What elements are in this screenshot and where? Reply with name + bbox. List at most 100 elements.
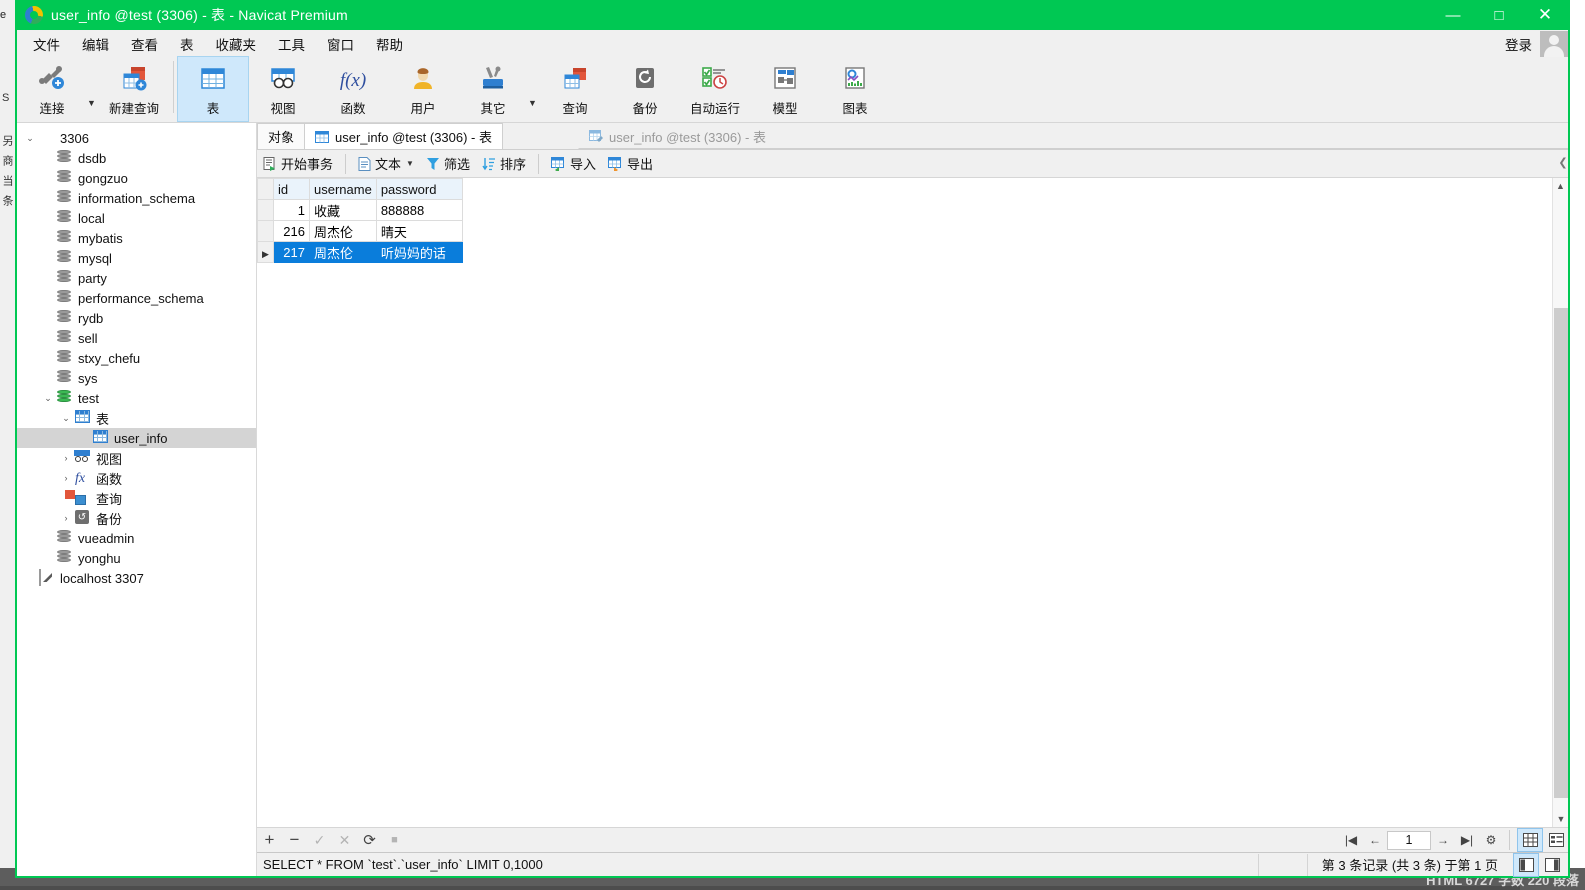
grid-vertical-scrollbar[interactable]: ▲ ▼ [1552,178,1568,827]
text-dropdown-caret-icon[interactable]: ▼ [406,159,414,168]
tree-node-dsdb[interactable]: dsdb [17,148,256,168]
tree-node-[interactable]: ⌄表 [17,408,256,428]
add-record-icon[interactable]: + [257,829,282,852]
left-panel-toggle-icon[interactable] [1514,854,1538,876]
tab-user-info-design[interactable]: user_info @test (3306) - 表 [578,123,777,149]
ribbon-collapse-icon[interactable]: ❮ [1557,149,1569,175]
cell-id[interactable]: 216 [274,221,310,242]
toolbar-chart-button[interactable]: 图表 [820,57,890,121]
stop-icon[interactable]: ■ [382,829,407,852]
login-link[interactable]: 登录 [1505,34,1532,54]
tree-expander-icon[interactable]: ⌄ [23,133,37,144]
connection-dropdown-caret-icon[interactable]: ▼ [87,98,99,108]
cell-id[interactable]: 217 [274,242,310,263]
menu-file[interactable]: 文件 [23,32,70,56]
tab-user-info-data[interactable]: user_info @test (3306) - 表 [304,123,503,149]
tree-expander-icon[interactable]: › [59,453,73,463]
tree-node-[interactable]: ›↺备份 [17,508,256,528]
cell-id[interactable]: 1 [274,200,310,221]
tree-node-sys[interactable]: sys [17,368,256,388]
tree-node-[interactable]: ›fx函数 [17,468,256,488]
tree-node-gongzuo[interactable]: gongzuo [17,168,256,188]
tab-objects[interactable]: 对象 [257,123,305,149]
menu-window[interactable]: 窗口 [317,32,364,56]
cell-username[interactable]: 周杰伦 [310,242,377,263]
apply-change-icon[interactable]: ✓ [307,829,332,852]
tree-node-local[interactable]: local [17,208,256,228]
column-header-id[interactable]: id [274,179,310,200]
begin-transaction-button[interactable]: 开始事务 [257,152,339,176]
tree-node-[interactable]: 查询 [17,488,256,508]
menu-tools[interactable]: 工具 [268,32,315,56]
other-dropdown-caret-icon[interactable]: ▼ [528,98,540,108]
grid-view-icon[interactable] [1518,829,1542,851]
table-row[interactable]: 1收藏888888 [258,200,463,221]
scrollbar-thumb[interactable] [1554,308,1568,798]
tree-node-localhost3307[interactable]: localhost 3307 [17,568,256,588]
toolbar-backup-button[interactable]: 备份 [610,57,680,121]
cell-password[interactable]: 听妈妈的话 [376,242,462,263]
tree-node-rydb[interactable]: rydb [17,308,256,328]
right-panel-toggle-icon[interactable] [1540,854,1564,876]
pager-settings-icon[interactable]: ⚙ [1479,829,1503,852]
toolbar-new-query-button[interactable]: 新建查询 [99,57,169,121]
tree-node-performance_schema[interactable]: performance_schema [17,288,256,308]
menu-edit[interactable]: 编辑 [72,32,119,56]
tree-node-mybatis[interactable]: mybatis [17,228,256,248]
tree-node-mysql[interactable]: mysql [17,248,256,268]
text-button[interactable]: 文本 ▼ [352,152,420,176]
row-selector[interactable]: ▶ [258,242,274,263]
import-button[interactable]: 导入 [545,152,602,176]
tree-expander-icon[interactable]: ⌄ [59,413,73,424]
tree-node-stxy_chefu[interactable]: stxy_chefu [17,348,256,368]
page-number-input[interactable]: 1 [1387,831,1431,850]
tree-expander-icon[interactable]: › [59,513,73,523]
tree-expander-icon[interactable]: ⌄ [41,393,55,404]
tree-node-[interactable]: ›视图 [17,448,256,468]
table-row[interactable]: ▶217周杰伦听妈妈的话 [258,242,463,263]
scroll-up-icon[interactable]: ▲ [1553,178,1568,194]
tree-node-3306[interactable]: ⌄3306 [17,128,256,148]
data-grid[interactable]: idusernamepassword 1收藏888888216周杰伦晴天▶217… [257,178,463,263]
last-page-button[interactable]: ▶| [1455,829,1479,852]
cancel-change-icon[interactable]: ✕ [332,829,357,852]
object-tree-sidebar[interactable]: ⌄3306dsdbgongzuoinformation_schemalocalm… [17,123,257,876]
column-header-password[interactable]: password [376,179,462,200]
next-page-button[interactable]: → [1431,829,1455,852]
cell-password[interactable]: 888888 [376,200,462,221]
prev-page-button[interactable]: ← [1363,829,1387,852]
sort-button[interactable]: 排序 [476,152,532,176]
export-button[interactable]: 导出 [602,152,659,176]
cell-password[interactable]: 晴天 [376,221,462,242]
menu-view[interactable]: 查看 [121,32,168,56]
menu-table[interactable]: 表 [170,32,204,56]
first-page-button[interactable]: |◀ [1339,829,1363,852]
scroll-down-icon[interactable]: ▼ [1553,811,1569,827]
tree-node-test[interactable]: ⌄test [17,388,256,408]
toolbar-function-button[interactable]: f(x) 函数 [318,57,388,121]
toolbar-user-button[interactable]: 用户 [388,57,458,121]
cell-username[interactable]: 收藏 [310,200,377,221]
tree-node-information_schema[interactable]: information_schema [17,188,256,208]
tree-node-user_info[interactable]: user_info [17,428,256,448]
toolbar-view-button[interactable]: 视图 [248,57,318,121]
row-selector[interactable] [258,221,274,242]
minimize-button[interactable]: — [1430,0,1476,30]
toolbar-other-button[interactable]: 其它 [458,57,528,121]
filter-button[interactable]: 筛选 [420,152,476,176]
toolbar-automation-button[interactable]: 自动运行 [680,57,750,121]
delete-record-icon[interactable]: − [282,829,307,852]
row-selector[interactable] [258,200,274,221]
tree-node-sell[interactable]: sell [17,328,256,348]
table-row[interactable]: 216周杰伦晴天 [258,221,463,242]
column-header-username[interactable]: username [310,179,377,200]
tree-expander-icon[interactable]: › [59,473,73,483]
toolbar-model-button[interactable]: 模型 [750,57,820,121]
maximize-button[interactable]: □ [1476,0,1522,30]
form-view-icon[interactable] [1544,829,1568,851]
close-button[interactable]: ✕ [1522,0,1568,30]
user-avatar-icon[interactable] [1540,31,1568,57]
tree-node-vueadmin[interactable]: vueadmin [17,528,256,548]
refresh-icon[interactable]: ⟳ [357,829,382,852]
menu-favorites[interactable]: 收藏夹 [206,32,267,56]
